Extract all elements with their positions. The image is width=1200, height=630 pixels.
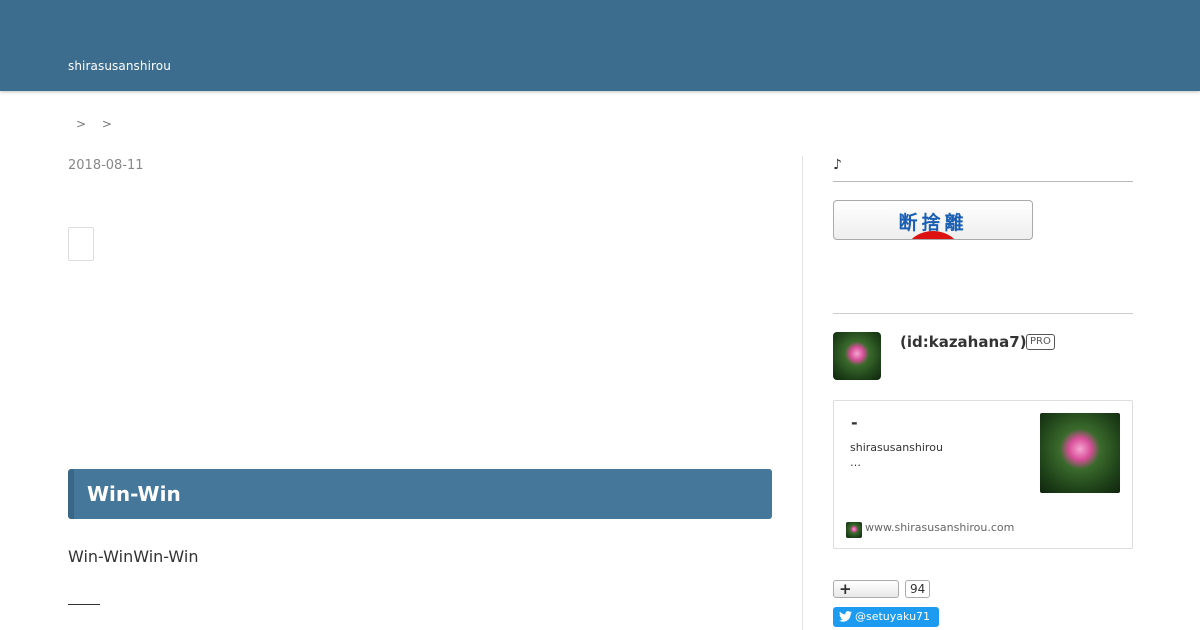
blog-card-thumbnail[interactable] xyxy=(1040,413,1120,493)
entry-date[interactable]: 2018-08-11 xyxy=(68,158,144,173)
danshari-banner[interactable]: 断捨離 xyxy=(833,200,1033,240)
profile-id[interactable]: (id:kazahana7) xyxy=(900,333,1027,351)
blog-card-site-name: shirasusanshirou xyxy=(850,441,943,454)
entry-heading-text: Win-Win xyxy=(87,482,181,506)
sidebar-section-heading: ♪ xyxy=(833,157,842,173)
blog-card[interactable]: - shirasusanshirou … www.shirasusanshiro… xyxy=(833,400,1133,549)
twitter-handle: @setuyaku71 xyxy=(855,610,931,623)
content-divider xyxy=(68,604,100,605)
blog-card-description: … xyxy=(850,456,861,469)
site-header: shirasusanshirou xyxy=(0,0,1200,91)
sidebar-divider xyxy=(802,156,803,630)
twitter-bird-icon xyxy=(839,611,852,622)
pro-badge[interactable]: PRO xyxy=(1026,334,1055,350)
breadcrumb: > > xyxy=(76,117,124,131)
entry-body-text: Win-WinWin-Win xyxy=(68,547,199,566)
banner-text: 断捨離 xyxy=(898,212,968,234)
site-title-link[interactable]: shirasusanshirou xyxy=(68,59,171,73)
blog-card-favicon xyxy=(846,522,862,538)
blog-card-url[interactable]: www.shirasusanshirou.com xyxy=(865,521,1014,534)
bookmark-count[interactable]: 94 xyxy=(905,580,931,598)
breadcrumb-separator: > xyxy=(101,117,112,131)
sidebar-heading-rule xyxy=(833,181,1133,182)
profile-avatar[interactable] xyxy=(833,332,881,380)
share-button-placeholder[interactable] xyxy=(68,227,94,261)
bookmark-add-button[interactable]: + xyxy=(833,580,899,598)
entry-heading: Win-Win xyxy=(68,469,772,519)
plus-icon: + xyxy=(839,580,852,598)
sidebar-section-rule xyxy=(833,313,1133,314)
blog-card-title[interactable]: - xyxy=(851,413,858,432)
twitter-follow-button[interactable]: @setuyaku71 xyxy=(833,607,939,627)
breadcrumb-separator: > xyxy=(76,117,87,131)
